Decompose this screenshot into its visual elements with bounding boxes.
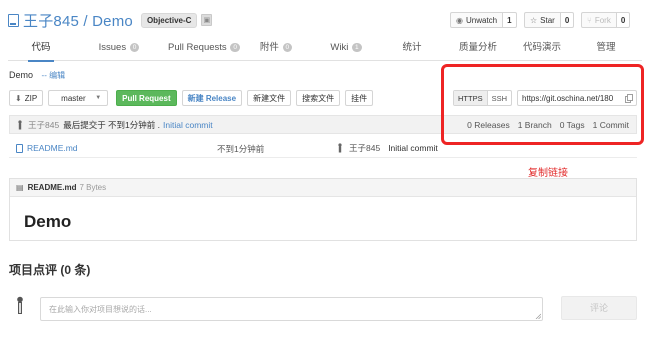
tab-label: 附件 xyxy=(259,42,279,53)
avatar xyxy=(338,143,342,153)
fork-icon: ⑂ xyxy=(587,15,592,25)
annotation-label: 复制链接 xyxy=(528,168,568,179)
file-name: README.md xyxy=(27,143,78,153)
commit-user[interactable]: 王子845 xyxy=(28,119,59,131)
readme-size: 7 Bytes xyxy=(79,183,107,192)
pull-request-button[interactable]: Pull Request xyxy=(116,90,177,106)
highlight-frame xyxy=(441,64,644,145)
star-label: Star xyxy=(540,15,555,25)
description-text: Demo xyxy=(9,70,34,80)
tab-issues[interactable]: Issues 0 xyxy=(94,40,144,61)
eye-icon: ◉ xyxy=(456,15,463,25)
submit-comment-button[interactable]: 评论 xyxy=(561,296,637,320)
commit-info: 最后提交于 不到1分钟前 . xyxy=(63,119,161,130)
zip-label: ZIP xyxy=(24,93,38,103)
readme-header: ▤ README.md 7 Bytes xyxy=(10,179,636,197)
tab-wiki[interactable]: Wiki 1 xyxy=(330,40,362,61)
tab-label: 代码 xyxy=(31,42,51,53)
file-author[interactable]: 王子845 xyxy=(349,142,380,154)
new-release-button[interactable]: 新建 Release xyxy=(181,90,243,106)
tab-demo[interactable]: 代码演示 xyxy=(523,40,561,61)
file-commit-message[interactable]: Initial commit xyxy=(388,143,438,153)
file-commit: 王子845 Initial commit xyxy=(337,142,438,154)
language-badge: Objective-C xyxy=(140,12,198,28)
tab-label: 管理 xyxy=(596,42,616,53)
tab-badge: 0 xyxy=(230,43,240,52)
watch-group: ◉ Unwatch 1 xyxy=(450,12,517,28)
tab-label: Wiki xyxy=(330,42,349,53)
download-icon: ⬇ xyxy=(15,93,22,103)
readme-filename: README.md xyxy=(27,183,77,192)
tab-label: Pull Requests xyxy=(168,42,227,53)
avatar xyxy=(18,119,22,129)
repo-header: 王子845 / Demo Objective-C ▣ xyxy=(8,10,213,31)
search-file-button[interactable]: 搜索文件 xyxy=(296,90,341,106)
branch-select[interactable]: master ▼ xyxy=(48,90,109,106)
fork-button[interactable]: ⑂ Fork xyxy=(581,12,617,28)
readme-panel: ▤ README.md 7 Bytes Demo xyxy=(9,178,637,241)
resize-handle-icon[interactable] xyxy=(535,313,541,319)
fork-label: Fork xyxy=(594,15,611,25)
watch-count[interactable]: 1 xyxy=(503,12,517,28)
fork-count[interactable]: 0 xyxy=(616,12,631,28)
star-icon: ☆ xyxy=(530,15,538,25)
tab-badge: 0 xyxy=(282,43,293,52)
comments-title: 项目点评 (0 条) xyxy=(9,263,91,277)
star-button[interactable]: ☆ Star xyxy=(524,12,561,28)
tab-quality[interactable]: 质量分析 xyxy=(459,40,497,61)
book-icon: ▤ xyxy=(16,183,24,192)
commit-message-link[interactable]: Initial commit xyxy=(163,120,213,130)
tab-label: Issues xyxy=(98,42,127,53)
avatar xyxy=(17,296,23,314)
branch-name: master xyxy=(61,93,86,103)
star-group: ☆ Star 0 xyxy=(524,12,575,28)
comment-input[interactable] xyxy=(40,297,543,321)
tab-code[interactable]: 代码 xyxy=(28,40,54,62)
repo-title[interactable]: 王子845 / Demo xyxy=(23,10,133,31)
tab-manage[interactable]: 管理 xyxy=(596,40,616,61)
unwatch-label: Unwatch xyxy=(465,15,498,25)
download-zip-button[interactable]: ⬇ ZIP xyxy=(9,90,44,106)
edit-description-link[interactable]: -- 编辑 xyxy=(42,71,66,80)
repo-toolbar: ⬇ ZIP master ▼ Pull Request 新建 Release 新建文… xyxy=(9,90,378,106)
star-count[interactable]: 0 xyxy=(560,12,575,28)
tab-label: 质量分析 xyxy=(459,42,498,53)
repo-nav: 代码 Issues 0 Pull Requests 0 附件 0 Wiki 1 … xyxy=(8,40,642,62)
fork-group: ⑂ Fork 0 xyxy=(581,12,631,28)
tab-attachments[interactable]: 附件 0 xyxy=(259,40,293,61)
new-file-button[interactable]: 新建文件 xyxy=(247,90,292,106)
readme-heading: Demo xyxy=(24,212,72,231)
repo-icon xyxy=(8,13,19,27)
unwatch-button[interactable]: ◉ Unwatch xyxy=(450,12,504,28)
tab-badge: 0 xyxy=(129,43,140,52)
tab-stats[interactable]: 统计 xyxy=(402,40,422,61)
tab-pull-requests[interactable]: Pull Requests 0 xyxy=(164,40,244,61)
plugins-button[interactable]: 挂件 xyxy=(345,90,374,106)
repo-description: Demo -- 编辑 xyxy=(9,70,65,81)
tab-label: 代码演示 xyxy=(523,42,562,53)
file-time: 不到1分钟前 xyxy=(217,144,265,154)
chevron-down-icon: ▼ xyxy=(95,95,102,101)
file-icon xyxy=(16,143,23,153)
tab-label: 统计 xyxy=(402,42,422,53)
file-link[interactable]: README.md xyxy=(16,143,78,153)
lock-icon: ▣ xyxy=(201,14,213,26)
tab-badge: 1 xyxy=(351,43,362,52)
